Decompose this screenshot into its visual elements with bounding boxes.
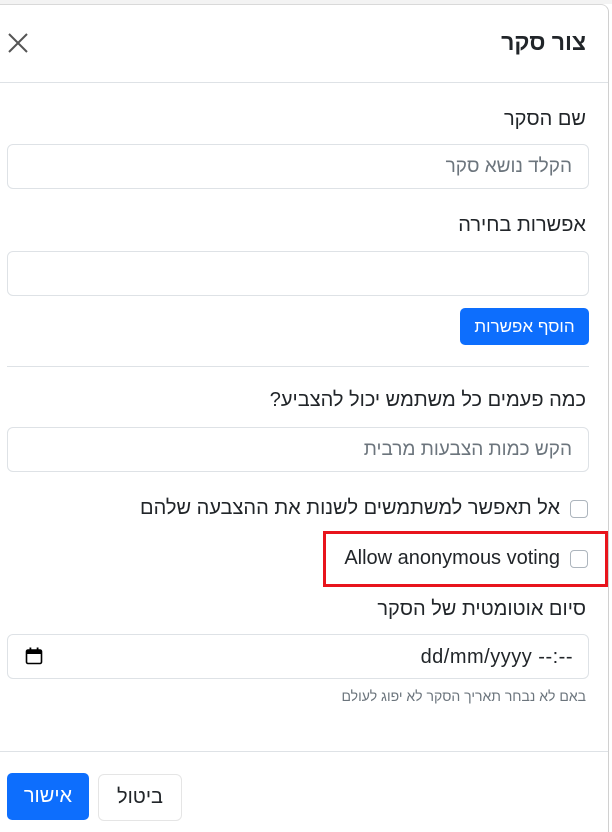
modal-footer-divider [0,751,608,752]
calendar-icon[interactable] [25,647,43,665]
auto-end-date-input[interactable]: dd/mm/yyyy --:-- [7,634,589,679]
confirm-button[interactable]: אישור [7,773,89,820]
section-divider [7,366,589,367]
highlight-box [323,531,608,587]
disallow-vote-change-row[interactable]: אל תאפשר למשתמשים לשנות את ההצבעה שלהם [140,497,588,520]
votes-per-user-label: כמה פעמים כל משתמש יכול להצביע? [269,389,586,411]
close-icon[interactable] [6,31,30,55]
modal-header: צור סקר [0,5,608,83]
date-placeholder: dd/mm/yyyy --:-- [420,646,573,668]
auto-end-label: סיום אוטומטית של הסקר [377,598,586,620]
option-label: אפשרות בחירה [458,214,586,236]
create-poll-modal: צור סקר שם הסקר אפשרות בחירה הוסף אפשרות… [0,4,609,832]
disallow-vote-change-label: אל תאפשר למשתמשים לשנות את ההצבעה שלהם [140,497,560,519]
disallow-vote-change-checkbox[interactable] [570,499,588,518]
option-input[interactable] [7,251,589,296]
cancel-button[interactable]: ביטול [98,774,182,821]
auto-end-hint: באם לא נבחר תאריך הסקר לא יפוג לעולם [341,688,586,704]
poll-name-label: שם הסקר [504,108,586,130]
poll-name-input[interactable] [7,144,589,189]
add-option-button[interactable]: הוסף אפשרות [460,308,589,345]
votes-per-user-input[interactable] [7,427,589,472]
modal-title: צור סקר [501,29,586,55]
